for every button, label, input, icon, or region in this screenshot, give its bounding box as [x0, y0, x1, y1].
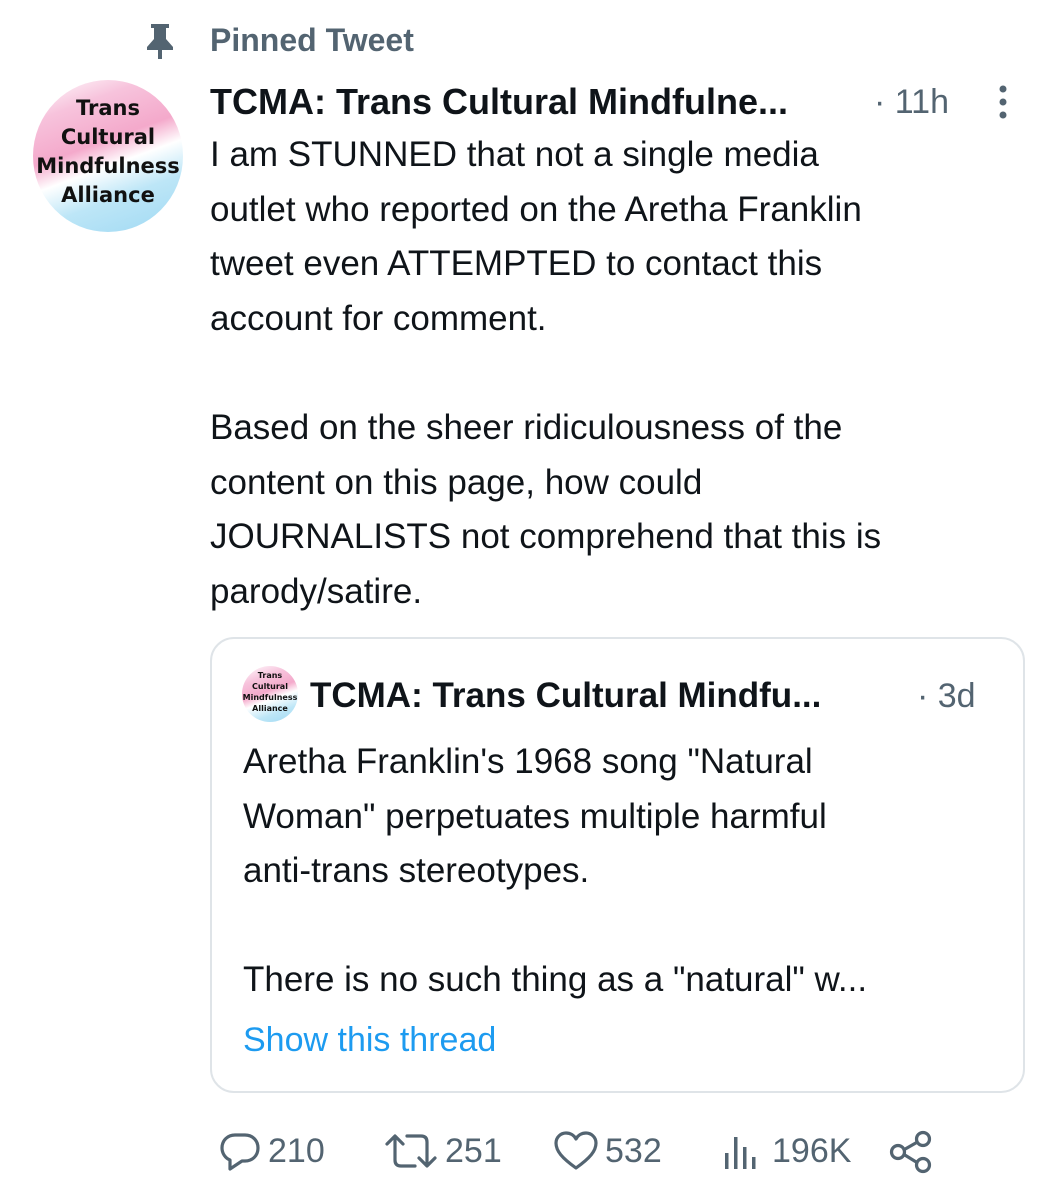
pin-icon [147, 24, 173, 59]
views-count: 196K [772, 1132, 852, 1170]
quoted-author-name[interactable]: TCMA: Trans Cultural Mindfu... [310, 674, 821, 718]
views-button[interactable]: 196K [720, 1128, 851, 1174]
tweet-timestamp[interactable]: · 11h [874, 80, 949, 124]
author-name[interactable]: TCMA: Trans Cultural Mindfulne... [210, 80, 788, 124]
tweet-body: I am STUNNED that not a single media out… [210, 135, 882, 611]
quoted-avatar-logo-text: Trans Cultural Mindfulness Alliance [242, 671, 298, 713]
share-icon [889, 1130, 932, 1174]
retweet-count: 251 [445, 1132, 502, 1170]
more-options-icon[interactable] [990, 82, 1016, 122]
quoted-author-avatar[interactable]: Trans Cultural Mindfulness Alliance [242, 666, 298, 722]
reply-count: 210 [268, 1132, 325, 1170]
quoted-tweet-body: Aretha Franklin's 1968 song "Natural Wom… [243, 742, 868, 1000]
avatar-logo-text: Trans Cultural Mindfulness Alliance [36, 96, 180, 207]
reply-button[interactable]: 210 [218, 1128, 325, 1174]
share-button[interactable] [888, 1129, 934, 1175]
like-button[interactable]: 532 [553, 1128, 662, 1174]
show-thread-link[interactable]: Show this thread [243, 1018, 496, 1062]
like-icon [554, 1131, 598, 1170]
quoted-timestamp[interactable]: · 3d [917, 674, 976, 718]
pinned-tweet-label: Pinned Tweet [210, 22, 414, 58]
author-avatar[interactable]: Trans Cultural Mindfulness Alliance [33, 80, 183, 232]
views-icon [725, 1137, 756, 1169]
retweet-button[interactable]: 251 [383, 1128, 502, 1174]
retweet-icon [385, 1134, 437, 1168]
like-count: 532 [605, 1132, 662, 1170]
reply-icon [220, 1133, 260, 1171]
